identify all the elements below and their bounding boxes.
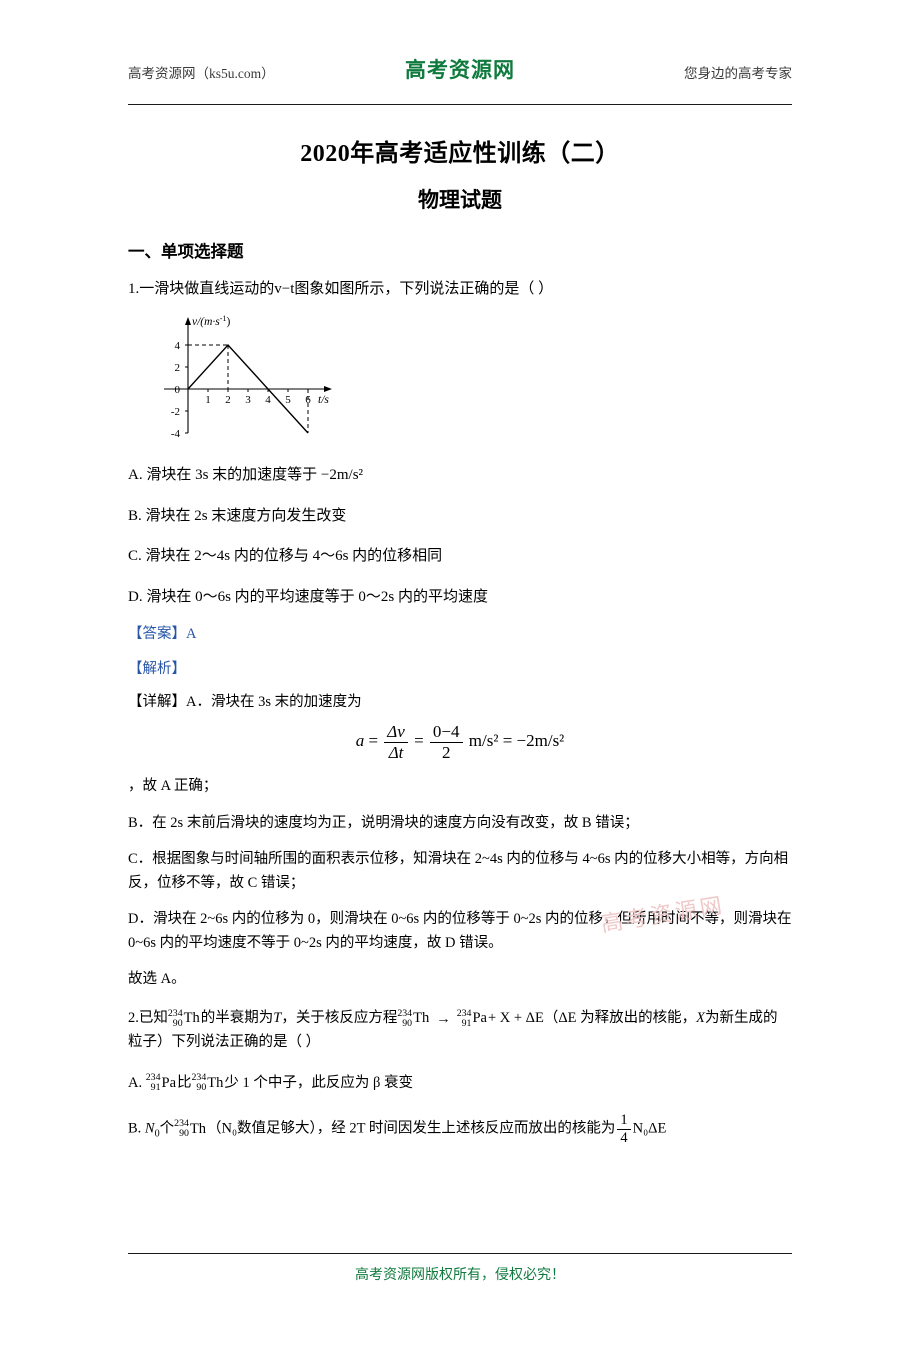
option-b-text: B. 滑块在 2s 末速度方向发生改变 — [128, 507, 347, 524]
q2-stem-part4: （ΔE 为释放出的核能， — [543, 1010, 697, 1027]
nuclide-symbol: Th — [413, 1010, 430, 1027]
nuclide-symbol: Pa — [161, 1074, 177, 1091]
formula-result: −2m/s² — [516, 730, 565, 750]
formula-num1: Δv — [384, 722, 408, 743]
formula-num2: 0−4 — [429, 722, 463, 743]
chart-xlabel: t/s — [318, 394, 329, 406]
section-heading: 一、单项选择题 — [128, 242, 244, 261]
explain-c: C．根据图象与时间轴所围的面积表示位移，知滑块在 2~4s 内的位移与 4~6s… — [128, 851, 789, 891]
q2-italic-X: X — [696, 1010, 706, 1027]
formula-eq1: = — [368, 730, 379, 750]
nuclide-symbol: Th — [207, 1074, 224, 1091]
y-axis-arrow — [185, 317, 191, 326]
header-site-name: 高考资源网（ks5u.com） — [128, 66, 275, 81]
question-1-stem: 1.一滑块做直线运动的v−t图象如图所示，下列说法正确的是（ ） — [128, 278, 792, 301]
y-tick-0: 0 — [175, 384, 181, 396]
option-a-text: A. 滑块在 3s 末的加速度等于 −2m/s² — [128, 467, 364, 484]
question-2-option-b: B. N0个 234 90 Th（N₀数值足够大），经 2T 时间因发生上述核反应而放… — [128, 1112, 792, 1146]
nuclide-th-1: 234 90 Th — [168, 1007, 200, 1030]
answer-line: 【答案】A — [128, 622, 792, 643]
chart-svg: 4 2 0 -2 -4 1 2 3 4 5 6 v/(m·s-1) t/s — [164, 314, 332, 440]
q2-arrow: → — [436, 1010, 451, 1027]
q2-optB-pre: B. — [128, 1120, 142, 1137]
question-1-option-d: D. 滑块在 0～6s 内的平均速度等于 0～2s 内的平均速度 — [128, 586, 792, 609]
formula-eq2: = — [414, 730, 424, 750]
fraction-numerator: 1 — [617, 1112, 631, 1130]
nuclide-atomic-number: 91 — [150, 1082, 161, 1094]
nuclide-symbol: Th — [189, 1120, 207, 1137]
q2-optA-post: 少 1 个中子，此反应为 β 衰变 — [224, 1074, 414, 1091]
formula-frac-1: Δv Δt — [384, 722, 408, 762]
x-tick-5: 5 — [285, 394, 291, 406]
q2-optB-mid2: （N₀数值足够大），经 2T 时间因发生上述核反应而放出的核能为 — [207, 1120, 616, 1137]
formula-eq3: = — [502, 730, 513, 750]
nuclide-pa-optA: 234 91 Pa — [146, 1072, 176, 1095]
formula-unit: m/s² — [468, 730, 499, 750]
q2-stem-part1: 2.已知 — [128, 1010, 168, 1027]
x-axis-arrow — [324, 386, 332, 393]
header-logo-text: 高考资源网 — [405, 58, 515, 82]
q2-optB-N: N — [144, 1120, 155, 1137]
nuclide-pa-eq-right: 234 91 Pa — [457, 1007, 487, 1030]
option-d-text: D. 滑块在 0～6s 内的平均速度等于 0～2s 内的平均速度 — [128, 588, 489, 605]
fraction-denominator: 4 — [620, 1129, 628, 1146]
q2-stem-part3: ，关于核反应方程 — [281, 1010, 398, 1027]
page-title: 2020年高考适应性训练（二） — [300, 141, 620, 167]
y-tick-neg4: -4 — [171, 428, 181, 440]
q2-optA-mid: 比 — [177, 1074, 192, 1091]
detail-lead: 【详解】A．滑块在 3s 末的加速度为 — [128, 694, 362, 711]
x-tick-4: 4 — [265, 394, 271, 406]
nuclide-atomic-number: 91 — [461, 1018, 472, 1030]
nuclide-th-eq-left: 234 90 Th — [397, 1007, 429, 1030]
q2-optB-tail: N₀ΔE — [632, 1120, 667, 1137]
conclusion: 故选 A。 — [128, 971, 186, 987]
answer-label: 【答案】 — [128, 626, 186, 643]
y-tick-4: 4 — [175, 340, 181, 352]
y-tick-2: 2 — [175, 362, 181, 374]
explain-b: B．在 2s 末前后滑块的速度均为正，说明滑块的速度方向没有改变，故 B 错误； — [128, 814, 639, 831]
nuclide-symbol: Pa — [472, 1010, 487, 1027]
y-tick-neg2: -2 — [171, 406, 180, 418]
q2-eq-tail: + X + ΔE — [487, 1010, 544, 1027]
page-header: 高考资源网（ks5u.com） 高考资源网 您身边的高考专家 — [128, 52, 792, 105]
nuclide-th-optA: 234 90 Th — [192, 1072, 224, 1095]
acceleration-formula: a = Δv Δt = 0−4 2 m/s² = −2m/s² — [128, 722, 792, 762]
document-page: 高考资源网（ks5u.com） 高考资源网 您身边的高考专家 2020年高考适应… — [0, 52, 920, 1354]
explain-d: D．滑块在 2~6s 内的位移为 0，则滑块在 0~6s 内的位移等于 0~2s… — [128, 911, 792, 951]
answer-value: A — [186, 626, 197, 643]
nuclide-atomic-number: 90 — [172, 1018, 183, 1030]
analysis-label: 【解析】 — [128, 661, 186, 678]
page-subtitle: 物理试题 — [418, 188, 502, 212]
question-2-stem: 2.已知 234 90 Th的半衰期为T，关于核反应方程 234 90 Th → 234 91 Pa… — [128, 1007, 792, 1054]
nuclide-atomic-number: 90 — [196, 1082, 207, 1094]
x-tick-6: 6 — [305, 394, 311, 406]
question-1-option-c: C. 滑块在 2～4s 内的位移与 4～6s 内的位移相同 — [128, 545, 792, 568]
question-1-option-a: A. 滑块在 3s 末的加速度等于 −2m/s² — [128, 464, 792, 487]
analysis-line: 【解析】 — [128, 657, 792, 678]
nuclide-th-optB: 234 90 Th — [174, 1118, 206, 1141]
question-1-stem-text: 1.一滑块做直线运动的v−t图象如图所示，下列说法正确的是（ ） — [128, 281, 554, 297]
x-tick-2: 2 — [225, 394, 231, 406]
nuclide-symbol: Th — [183, 1010, 200, 1027]
x-tick-1: 1 — [205, 394, 211, 406]
formula-frac-2: 0−4 2 — [429, 722, 463, 762]
after-formula-text: ，故 A 正确； — [128, 778, 218, 795]
velocity-time-chart: 4 2 0 -2 -4 1 2 3 4 5 6 v/(m·s-1) t/s — [146, 311, 486, 446]
x-tick-3: 3 — [245, 394, 251, 406]
nuclide-atomic-number: 90 — [402, 1018, 413, 1030]
chart-ylabel: v/(m·s-1) — [192, 314, 230, 329]
formula-den1: Δt — [388, 742, 404, 762]
header-slogan: 您身边的高考专家 — [684, 66, 792, 81]
q2-optA-pre: A. — [128, 1074, 143, 1091]
page-footer: 高考资源网版权所有，侵权必究！ — [128, 1253, 792, 1284]
question-2-option-a: A. 234 91 Pa比 234 90 Th少 1 个中子，此反应为 β 衰变 — [128, 1072, 792, 1096]
q2-optB-mid1: 个 — [159, 1120, 175, 1137]
option-c-text: C. 滑块在 2～4s 内的位移与 4～6s 内的位移相同 — [128, 548, 443, 565]
q2-optB-fraction: 14 — [617, 1112, 631, 1146]
formula-den2: 2 — [441, 742, 451, 762]
formula-a: a — [355, 730, 365, 750]
q2-stem-part2: 的半衰期为 — [200, 1010, 274, 1027]
question-1-option-b: B. 滑块在 2s 末速度方向发生改变 — [128, 505, 792, 528]
nuclide-atomic-number: 90 — [179, 1128, 189, 1140]
